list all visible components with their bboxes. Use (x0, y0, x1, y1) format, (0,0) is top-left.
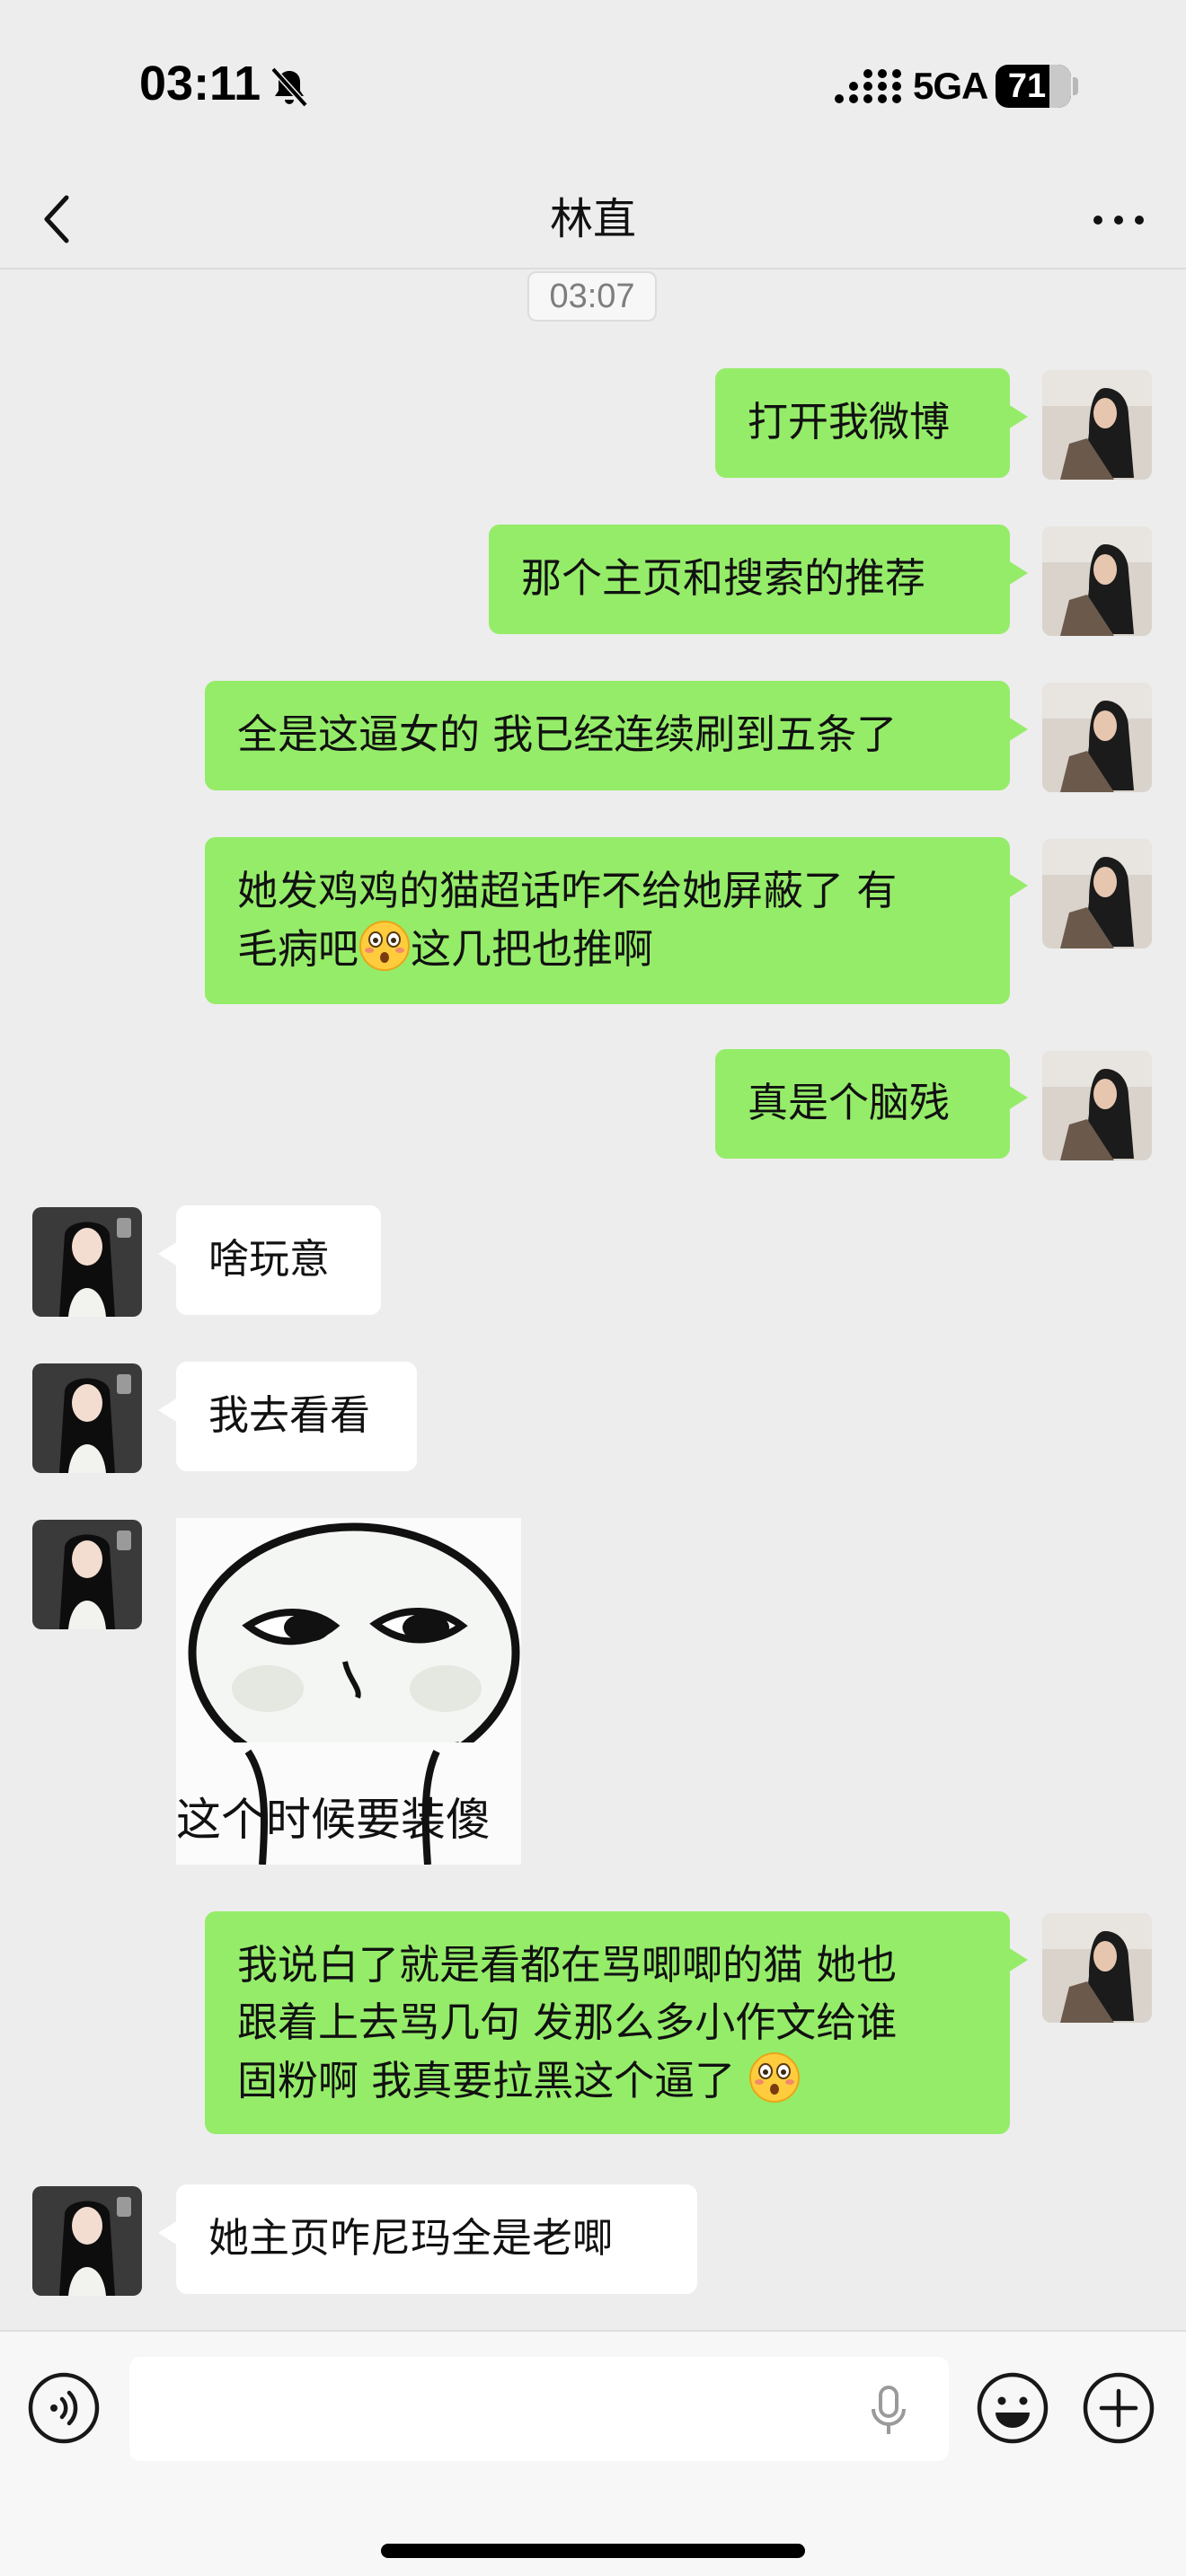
message-text-line: 固粉啊 我真要拉黑这个逼了 (237, 2051, 978, 2110)
message-text: 那个主页和搜索的推荐 (521, 554, 926, 602)
my-avatar[interactable] (1042, 1913, 1152, 2023)
more-horizontal-icon[interactable] (1087, 198, 1150, 243)
my-message-bubble[interactable]: 那个主页和搜索的推荐 (489, 525, 1028, 634)
message-text-line: 她发鸡鸡的猫超话咋不给她屏蔽了 有 (237, 867, 898, 914)
my-message-bubble[interactable]: 我说白了就是看都在骂唧唧的猫 她也 跟着上去骂几句 发那么多小作文给谁 固粉啊 … (205, 1911, 1028, 2134)
message-text-line: 毛病吧 这几把也推啊 (237, 920, 978, 978)
message-text: 她主页咋尼玛全是老唧 (208, 2214, 614, 2262)
battery-cap (1073, 77, 1078, 95)
chat-area[interactable]: 03:07 打开我微博 那个主页和搜索的推荐 全是这逼女的 我已经连续刷到五条了… (0, 271, 1186, 2330)
input-bar (0, 2330, 1186, 2576)
contact-message-bubble[interactable]: 她主页咋尼玛全是老唧 (158, 2184, 697, 2294)
contact-message-bubble[interactable]: 我去看看 (158, 1362, 417, 1471)
my-avatar[interactable] (1042, 839, 1152, 948)
network-type: 5GA (913, 65, 988, 107)
message-timestamp: 03:07 (527, 271, 657, 322)
message-text: 啥玩意 (208, 1235, 331, 1283)
contact-avatar[interactable] (32, 1520, 142, 1629)
signal-strength-icon (835, 69, 901, 103)
message-input[interactable] (129, 2357, 949, 2461)
my-message-bubble[interactable]: 全是这逼女的 我已经连续刷到五条了 (205, 681, 1028, 790)
plus-circle-icon[interactable] (1082, 2371, 1155, 2445)
bell-muted-icon (270, 66, 308, 108)
voice-icon[interactable] (27, 2371, 101, 2445)
message-text: 全是这逼女的 我已经连续刷到五条了 (237, 710, 898, 758)
nav-bar: 林直 (0, 171, 1186, 269)
my-avatar[interactable] (1042, 1051, 1152, 1160)
flushed-face-emoji (748, 2052, 800, 2103)
message-text-line: 我说白了就是看都在骂唧唧的猫 她也 (237, 1941, 898, 1989)
my-message-bubble[interactable]: 真是个脑残 (715, 1049, 1028, 1159)
contact-avatar[interactable] (32, 1207, 142, 1317)
chat-title: 林直 (549, 194, 636, 244)
status-time: 03:11 (139, 57, 261, 110)
sticker-message[interactable]: 这个时候要装傻 (176, 1518, 521, 1865)
battery-level: 71 (1007, 66, 1047, 105)
microphone-icon[interactable] (866, 2384, 911, 2438)
status-bar: 03:11 5GA 71 (0, 0, 1186, 171)
my-avatar[interactable] (1042, 683, 1152, 792)
battery-indicator: 71 (996, 65, 1071, 108)
message-text-line: 跟着上去骂几句 发那么多小作文给谁 (237, 1998, 898, 2046)
contact-avatar[interactable] (32, 1363, 142, 1473)
my-avatar[interactable] (1042, 370, 1152, 480)
top-bar: 03:11 5GA 71 林直 (0, 0, 1186, 269)
flushed-face-emoji (359, 921, 411, 971)
message-text: 我去看看 (208, 1391, 371, 1439)
my-message-bubble[interactable]: 打开我微博 (715, 368, 1028, 478)
contact-avatar[interactable] (32, 2186, 142, 2296)
sticker-caption: 这个时候要装傻 (176, 1794, 491, 1846)
home-indicator[interactable] (381, 2544, 805, 2558)
message-text: 真是个脑残 (748, 1079, 951, 1126)
contact-message-bubble[interactable]: 啥玩意 (158, 1205, 381, 1315)
my-message-bubble[interactable]: 她发鸡鸡的猫超话咋不给她屏蔽了 有 毛病吧 这几把也推啊 (205, 837, 1028, 1004)
smiley-icon[interactable] (976, 2371, 1049, 2445)
my-avatar[interactable] (1042, 526, 1152, 636)
message-text: 打开我微博 (748, 398, 951, 446)
